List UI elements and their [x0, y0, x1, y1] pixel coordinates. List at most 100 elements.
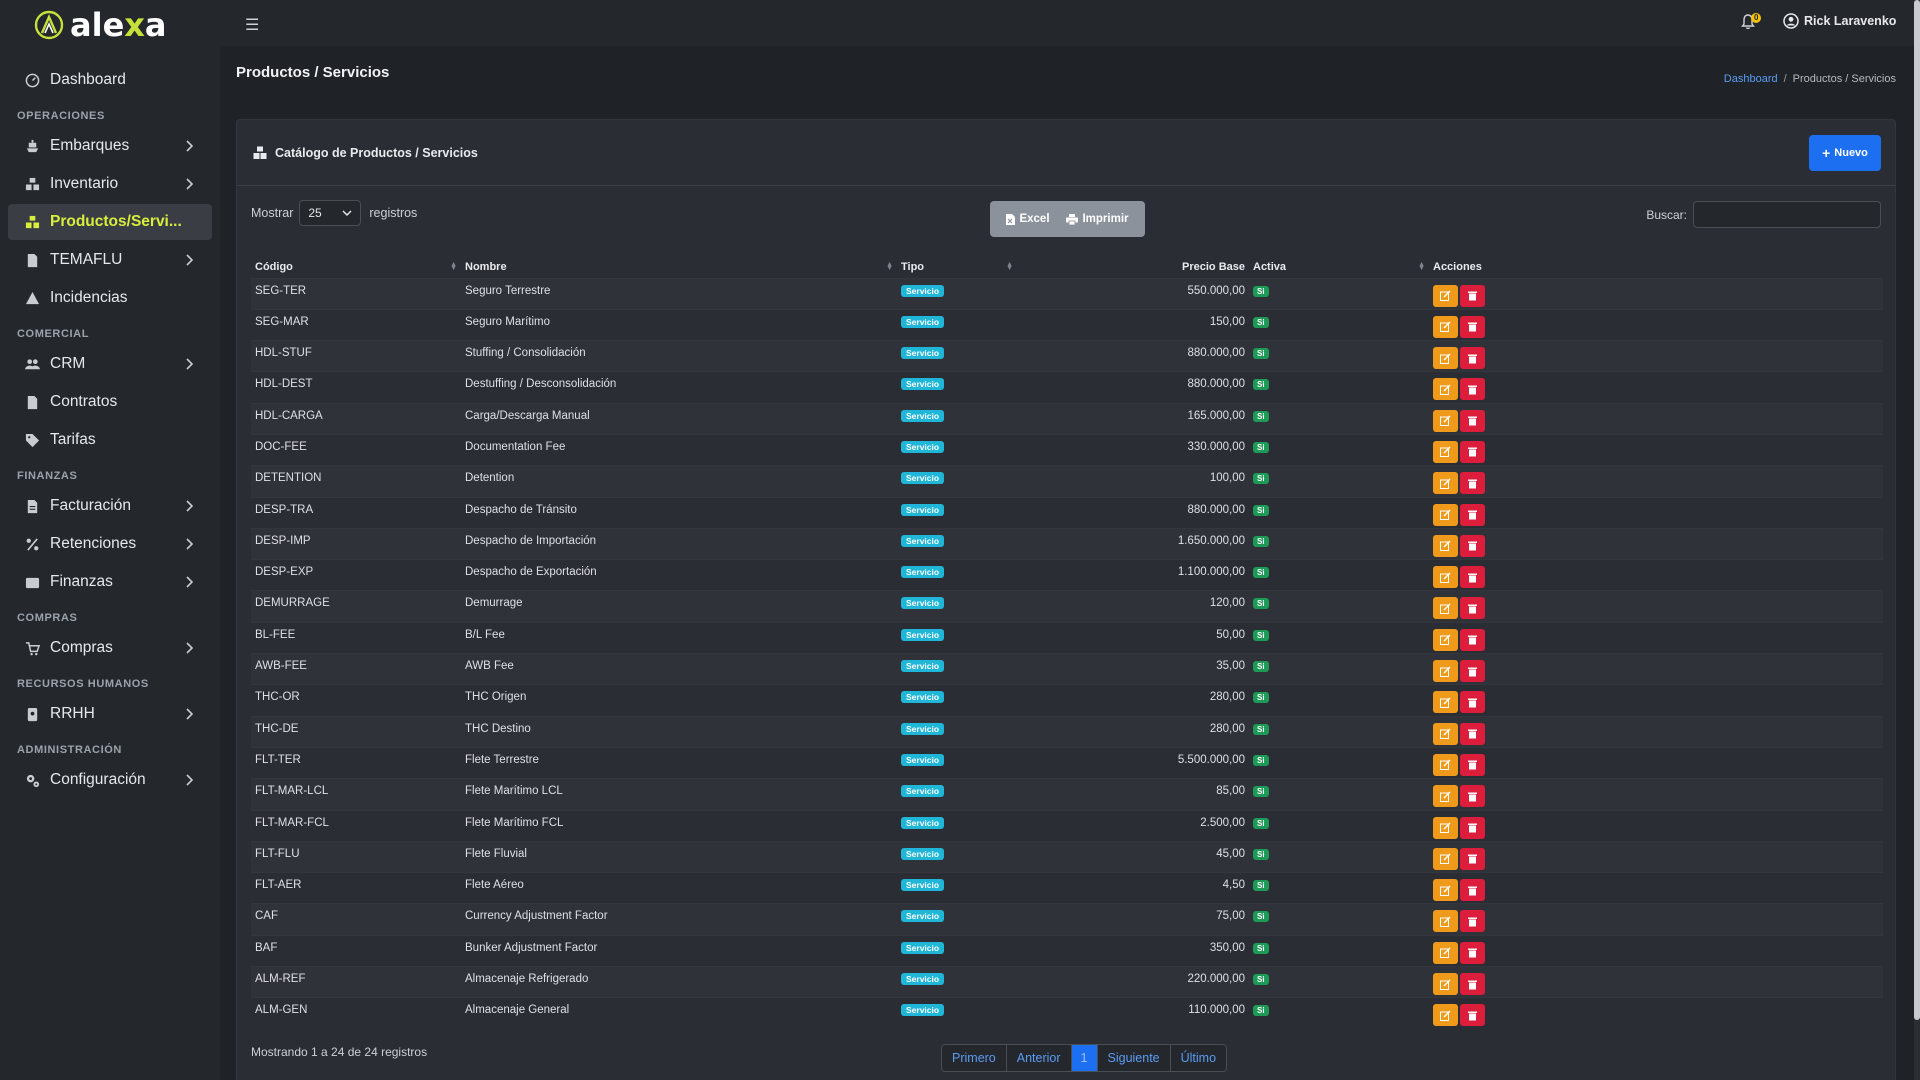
sidebar-item-retenciones[interactable]: Retenciones	[8, 526, 212, 562]
sidebar-item-rrhh[interactable]: RRHH	[8, 696, 212, 732]
breadcrumb-home-link[interactable]: Dashboard	[1724, 73, 1778, 85]
active-badge: Si	[1253, 754, 1269, 766]
delete-button[interactable]	[1460, 628, 1485, 651]
table-row: ALM-GEN Almacenaje General Servicio 110.000…	[251, 997, 1883, 1030]
edit-button[interactable]	[1433, 472, 1458, 495]
column-header-4[interactable]: Activa ▲ ▼	[1249, 256, 1429, 278]
sidebar-item-embarques[interactable]: Embarques	[8, 128, 212, 164]
edit-button[interactable]	[1433, 628, 1458, 651]
delete-button[interactable]	[1460, 472, 1485, 495]
pager-first[interactable]: Primero	[942, 1045, 1007, 1071]
delete-button[interactable]	[1460, 973, 1485, 996]
edit-button[interactable]	[1433, 440, 1458, 463]
edit-button[interactable]	[1433, 409, 1458, 432]
table-row: HDL-DEST Destuffing / Desconsolidación Ser…	[251, 371, 1883, 404]
sidebar-item-compras[interactable]: Compras	[8, 630, 212, 666]
delete-button[interactable]	[1460, 534, 1485, 557]
cell-codigo: CAF	[251, 903, 461, 936]
edit-button[interactable]	[1433, 879, 1458, 902]
delete-button[interactable]	[1460, 753, 1485, 776]
menu-toggle-icon[interactable]: ☰	[245, 15, 259, 35]
delete-button[interactable]	[1460, 1004, 1485, 1027]
edit-button[interactable]	[1433, 816, 1458, 839]
cell-tipo: Servicio	[897, 997, 1017, 1030]
delete-button[interactable]	[1460, 284, 1485, 307]
pager-prev[interactable]: Anterior	[1006, 1045, 1072, 1071]
page-title: Productos / Servicios	[236, 64, 390, 81]
sidebar-item-configuraci-n[interactable]: Configuración	[8, 762, 212, 798]
scrollbar-thumb[interactable]	[1914, 0, 1920, 1020]
edit-button[interactable]	[1433, 378, 1458, 401]
page-scrollbar[interactable]	[1914, 0, 1920, 1080]
search-label: Buscar:	[1646, 207, 1687, 222]
sidebar-item-dashboard[interactable]: Dashboard	[8, 62, 212, 98]
delete-button[interactable]	[1460, 566, 1485, 589]
user-menu[interactable]: Rick Laravenko	[1783, 13, 1896, 29]
sidebar-item-incidencias[interactable]: Incidencias	[8, 280, 212, 316]
sidebar-item-temaflu[interactable]: TEMAFLU	[8, 242, 212, 278]
new-button[interactable]: + Nuevo	[1809, 135, 1881, 171]
delete-button[interactable]	[1460, 847, 1485, 870]
delete-button[interactable]	[1460, 879, 1485, 902]
delete-button[interactable]	[1460, 941, 1485, 964]
page-length-select[interactable]: 25	[299, 200, 362, 226]
delete-button[interactable]	[1460, 722, 1485, 745]
excel-button[interactable]: Excel	[1006, 213, 1050, 225]
delete-button[interactable]	[1460, 691, 1485, 714]
delete-button[interactable]	[1460, 597, 1485, 620]
cell-tipo: Servicio	[897, 778, 1017, 811]
column-header-1[interactable]: Nombre ▲ ▼	[461, 256, 897, 278]
brand-logo[interactable]: alexa	[0, 0, 220, 50]
print-button[interactable]: Imprimir	[1066, 213, 1129, 225]
delete-button[interactable]	[1460, 816, 1485, 839]
delete-button[interactable]	[1460, 503, 1485, 526]
edit-button[interactable]	[1433, 315, 1458, 338]
delete-button[interactable]	[1460, 660, 1485, 683]
edit-button[interactable]	[1433, 941, 1458, 964]
edit-icon	[1440, 415, 1451, 427]
pager-current[interactable]: 1	[1071, 1045, 1098, 1071]
sidebar-item-facturaci-n[interactable]: Facturación	[8, 488, 212, 524]
edit-button[interactable]	[1433, 534, 1458, 557]
edit-button[interactable]	[1433, 660, 1458, 683]
edit-button[interactable]	[1433, 1004, 1458, 1027]
edit-button[interactable]	[1433, 503, 1458, 526]
delete-button[interactable]	[1460, 409, 1485, 432]
delete-button[interactable]	[1460, 315, 1485, 338]
edit-button[interactable]	[1433, 722, 1458, 745]
sidebar-item-inventario[interactable]: Inventario	[8, 166, 212, 202]
sidebar-item-contratos[interactable]: Contratos	[8, 384, 212, 420]
active-badge: Si	[1253, 535, 1269, 547]
trash-icon	[1468, 698, 1477, 708]
edit-button[interactable]	[1433, 753, 1458, 776]
search-input[interactable]	[1693, 201, 1881, 228]
sidebar-item-tarifas[interactable]: Tarifas	[8, 422, 212, 458]
edit-button[interactable]	[1433, 973, 1458, 996]
cell-precio: 880.000,00	[1017, 496, 1249, 529]
cell-activa: Si	[1249, 684, 1429, 717]
cell-nombre: Flete Fluvial	[461, 840, 897, 873]
sidebar-item-finanzas[interactable]: Finanzas	[8, 564, 212, 600]
delete-button[interactable]	[1460, 440, 1485, 463]
delete-button[interactable]	[1460, 785, 1485, 808]
sidebar-item-crm[interactable]: CRM	[8, 346, 212, 382]
delete-button[interactable]	[1460, 378, 1485, 401]
edit-button[interactable]	[1433, 785, 1458, 808]
edit-button[interactable]	[1433, 691, 1458, 714]
edit-button[interactable]	[1433, 910, 1458, 933]
edit-button[interactable]	[1433, 597, 1458, 620]
delete-button[interactable]	[1460, 910, 1485, 933]
cell-precio: 2.500,00	[1017, 809, 1249, 842]
pager-next[interactable]: Siguiente	[1097, 1045, 1171, 1071]
cell-acciones	[1429, 809, 1883, 842]
column-header-0[interactable]: Código ▲ ▼	[251, 256, 461, 278]
edit-button[interactable]	[1433, 284, 1458, 307]
delete-button[interactable]	[1460, 347, 1485, 370]
edit-button[interactable]	[1433, 347, 1458, 370]
edit-button[interactable]	[1433, 847, 1458, 870]
edit-button[interactable]	[1433, 566, 1458, 589]
pager-last[interactable]: Último	[1170, 1045, 1227, 1071]
column-header-2[interactable]: Tipo ▲ ▼	[897, 256, 1017, 278]
sidebar-item-productos-servi[interactable]: Productos/Servi...	[8, 204, 212, 240]
cell-activa: Si	[1249, 966, 1429, 998]
